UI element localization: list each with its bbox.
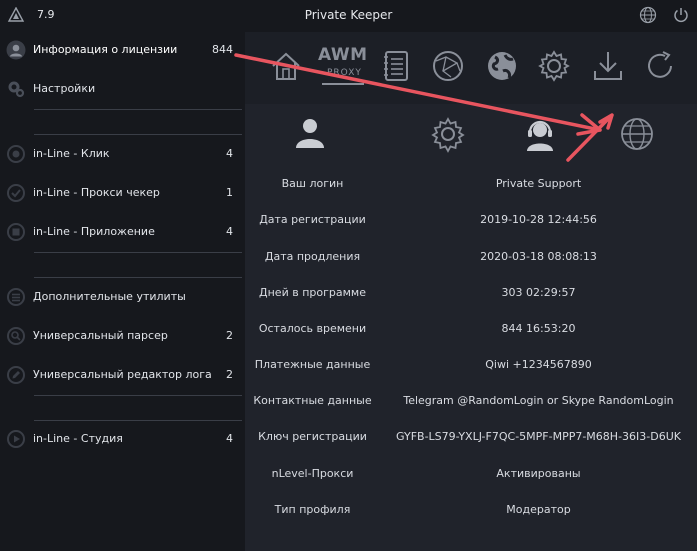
sidebar-item-license-info[interactable]: Информация о лицензии 844	[0, 33, 245, 67]
sidebar-item-inline-studio[interactable]: in-Line - Студия 4	[0, 422, 245, 456]
sidebar-item-count: 4	[226, 432, 233, 445]
license-row: Осталось времени 844 16:53:20	[245, 312, 697, 348]
license-row-value: Qiwi +1234567890	[485, 358, 592, 371]
sidebar-item-label: Настройки	[33, 82, 96, 95]
sidebar-item-universal-parser[interactable]: Универсальный парсер 2	[0, 319, 245, 353]
sidebar-item-count: 2	[226, 329, 233, 342]
settings-tab-gear-icon[interactable]	[428, 114, 468, 154]
module-toolbar: AWM PROXY	[245, 32, 697, 104]
license-row-key: Платежные данные	[254, 358, 371, 371]
sidebar-item-label: in-Line - Прокси чекер	[33, 186, 160, 199]
sidebar-divider	[34, 277, 242, 278]
sidebar-item-count: 4	[226, 225, 233, 238]
license-row: Ваш логин Private Support	[245, 167, 697, 203]
awm-underline	[322, 83, 364, 85]
license-row: Ключ регистрации GYFB-LS79-YXLJ-F7QC-5MP…	[245, 420, 697, 456]
download-icon[interactable]	[591, 49, 625, 83]
license-row-value: Private Support	[495, 177, 582, 190]
profile-tab-user-icon[interactable]	[290, 114, 330, 154]
license-row: Дней в программе 303 02:29:57	[245, 276, 697, 312]
license-row: Контактные данные Telegram @RandomLogin …	[245, 384, 697, 420]
license-row-value: 844 16:53:20	[501, 322, 576, 335]
sidebar-item-universal-log-editor[interactable]: Универсальный редактор лога 2	[0, 358, 245, 392]
window-title: Private Keeper	[304, 8, 393, 22]
license-row-value: GYFB-LS79-YXLJ-F7QC-5MPF-MPP7-M68H-36I3-…	[396, 430, 681, 443]
sidebar-item-count: 844	[212, 43, 233, 56]
sidebar-item-label: in-Line - Студия	[33, 432, 123, 445]
support-tab-headset-icon[interactable]	[520, 114, 560, 154]
license-row: Платежные данные Qiwi +1234567890	[245, 348, 697, 384]
license-row-key: Ключ регистрации	[258, 430, 367, 443]
license-row-value: Модератор	[506, 503, 571, 516]
license-row: Дата продления 2020-03-18 08:08:13	[245, 240, 697, 276]
language-globe-icon[interactable]	[639, 6, 657, 24]
click-icon	[7, 145, 25, 163]
sidebar-item-inline-app[interactable]: in-Line - Приложение 4	[0, 215, 245, 249]
notebook-icon[interactable]	[379, 49, 413, 83]
sidebar-item-count: 1	[226, 186, 233, 199]
license-row-value: Активированы	[496, 467, 581, 480]
license-row-key: Дней в программе	[259, 286, 366, 299]
title-bar: 7.9 Private Keeper	[0, 0, 697, 32]
home-icon[interactable]	[269, 49, 303, 83]
sidebar-item-inline-click[interactable]: in-Line - Клик 4	[0, 137, 245, 171]
license-row-value: Telegram @RandomLogin or Skype RandomLog…	[403, 394, 674, 407]
power-icon[interactable]	[672, 6, 690, 24]
search-icon	[7, 327, 25, 345]
license-row-key: nLevel-Прокси	[271, 467, 354, 480]
awm-sub-label: PROXY	[327, 68, 362, 78]
license-row-value: 2020-03-18 08:08:13	[480, 250, 597, 263]
license-row-key: Тип профиля	[274, 503, 351, 516]
license-row-value: 2019-10-28 12:44:56	[480, 213, 597, 226]
license-row: Тип профиля Модератор	[245, 493, 697, 529]
network-globe-icon[interactable]	[431, 49, 465, 83]
edit-icon	[7, 366, 25, 384]
sidebar-item-label: Универсальный редактор лога	[33, 368, 212, 381]
sidebar-item-inline-proxy-checker[interactable]: in-Line - Прокси чекер 1	[0, 176, 245, 210]
sidebar-item-settings[interactable]: Настройки	[0, 72, 245, 106]
sidebar-item-label: Универсальный парсер	[33, 329, 168, 342]
sidebar-divider	[34, 109, 242, 110]
list-icon	[7, 288, 25, 306]
world-icon[interactable]	[485, 49, 519, 83]
license-row-key: Ваш логин	[281, 177, 344, 190]
refresh-icon[interactable]	[643, 49, 677, 83]
license-row: Дата регистрации 2019-10-28 12:44:56	[245, 203, 697, 239]
gear-icon	[8, 81, 25, 98]
sidebar-item-label: in-Line - Приложение	[33, 225, 155, 238]
license-row-key: Дата регистрации	[259, 213, 366, 226]
app-icon	[7, 223, 25, 241]
sidebar-item-label: Дополнительные утилиты	[33, 290, 186, 303]
license-row: nLevel-Прокси Активированы	[245, 457, 697, 493]
studio-icon	[7, 430, 25, 448]
proxy-icon	[7, 184, 25, 202]
sidebar-item-label: Информация о лицензии	[33, 43, 178, 56]
sidebar-divider	[34, 395, 242, 396]
proxy-tab-globe-icon[interactable]	[617, 114, 657, 154]
awm-label: AWM	[318, 45, 368, 65]
sidebar-item-count: 4	[226, 147, 233, 160]
gear-icon[interactable]	[537, 49, 571, 83]
main-panel: AWM PROXY Ваш логин Private Support Дата…	[245, 32, 697, 551]
license-row-key: Дата продления	[264, 250, 361, 263]
sidebar: Информация о лицензии 844 Настройки in-L…	[0, 32, 245, 551]
sidebar-item-label: in-Line - Клик	[33, 147, 110, 160]
awm-proxy-button[interactable]: AWM PROXY	[318, 45, 368, 89]
sidebar-divider	[34, 252, 242, 253]
user-icon	[6, 40, 26, 60]
sidebar-divider	[34, 420, 242, 421]
sidebar-item-count: 2	[226, 368, 233, 381]
sidebar-item-extra-utilities[interactable]: Дополнительные утилиты	[0, 280, 245, 314]
license-row-key: Осталось времени	[258, 322, 367, 335]
sidebar-divider	[34, 134, 242, 135]
license-row-value: 303 02:29:57	[501, 286, 576, 299]
license-row-key: Контактные данные	[253, 394, 372, 407]
